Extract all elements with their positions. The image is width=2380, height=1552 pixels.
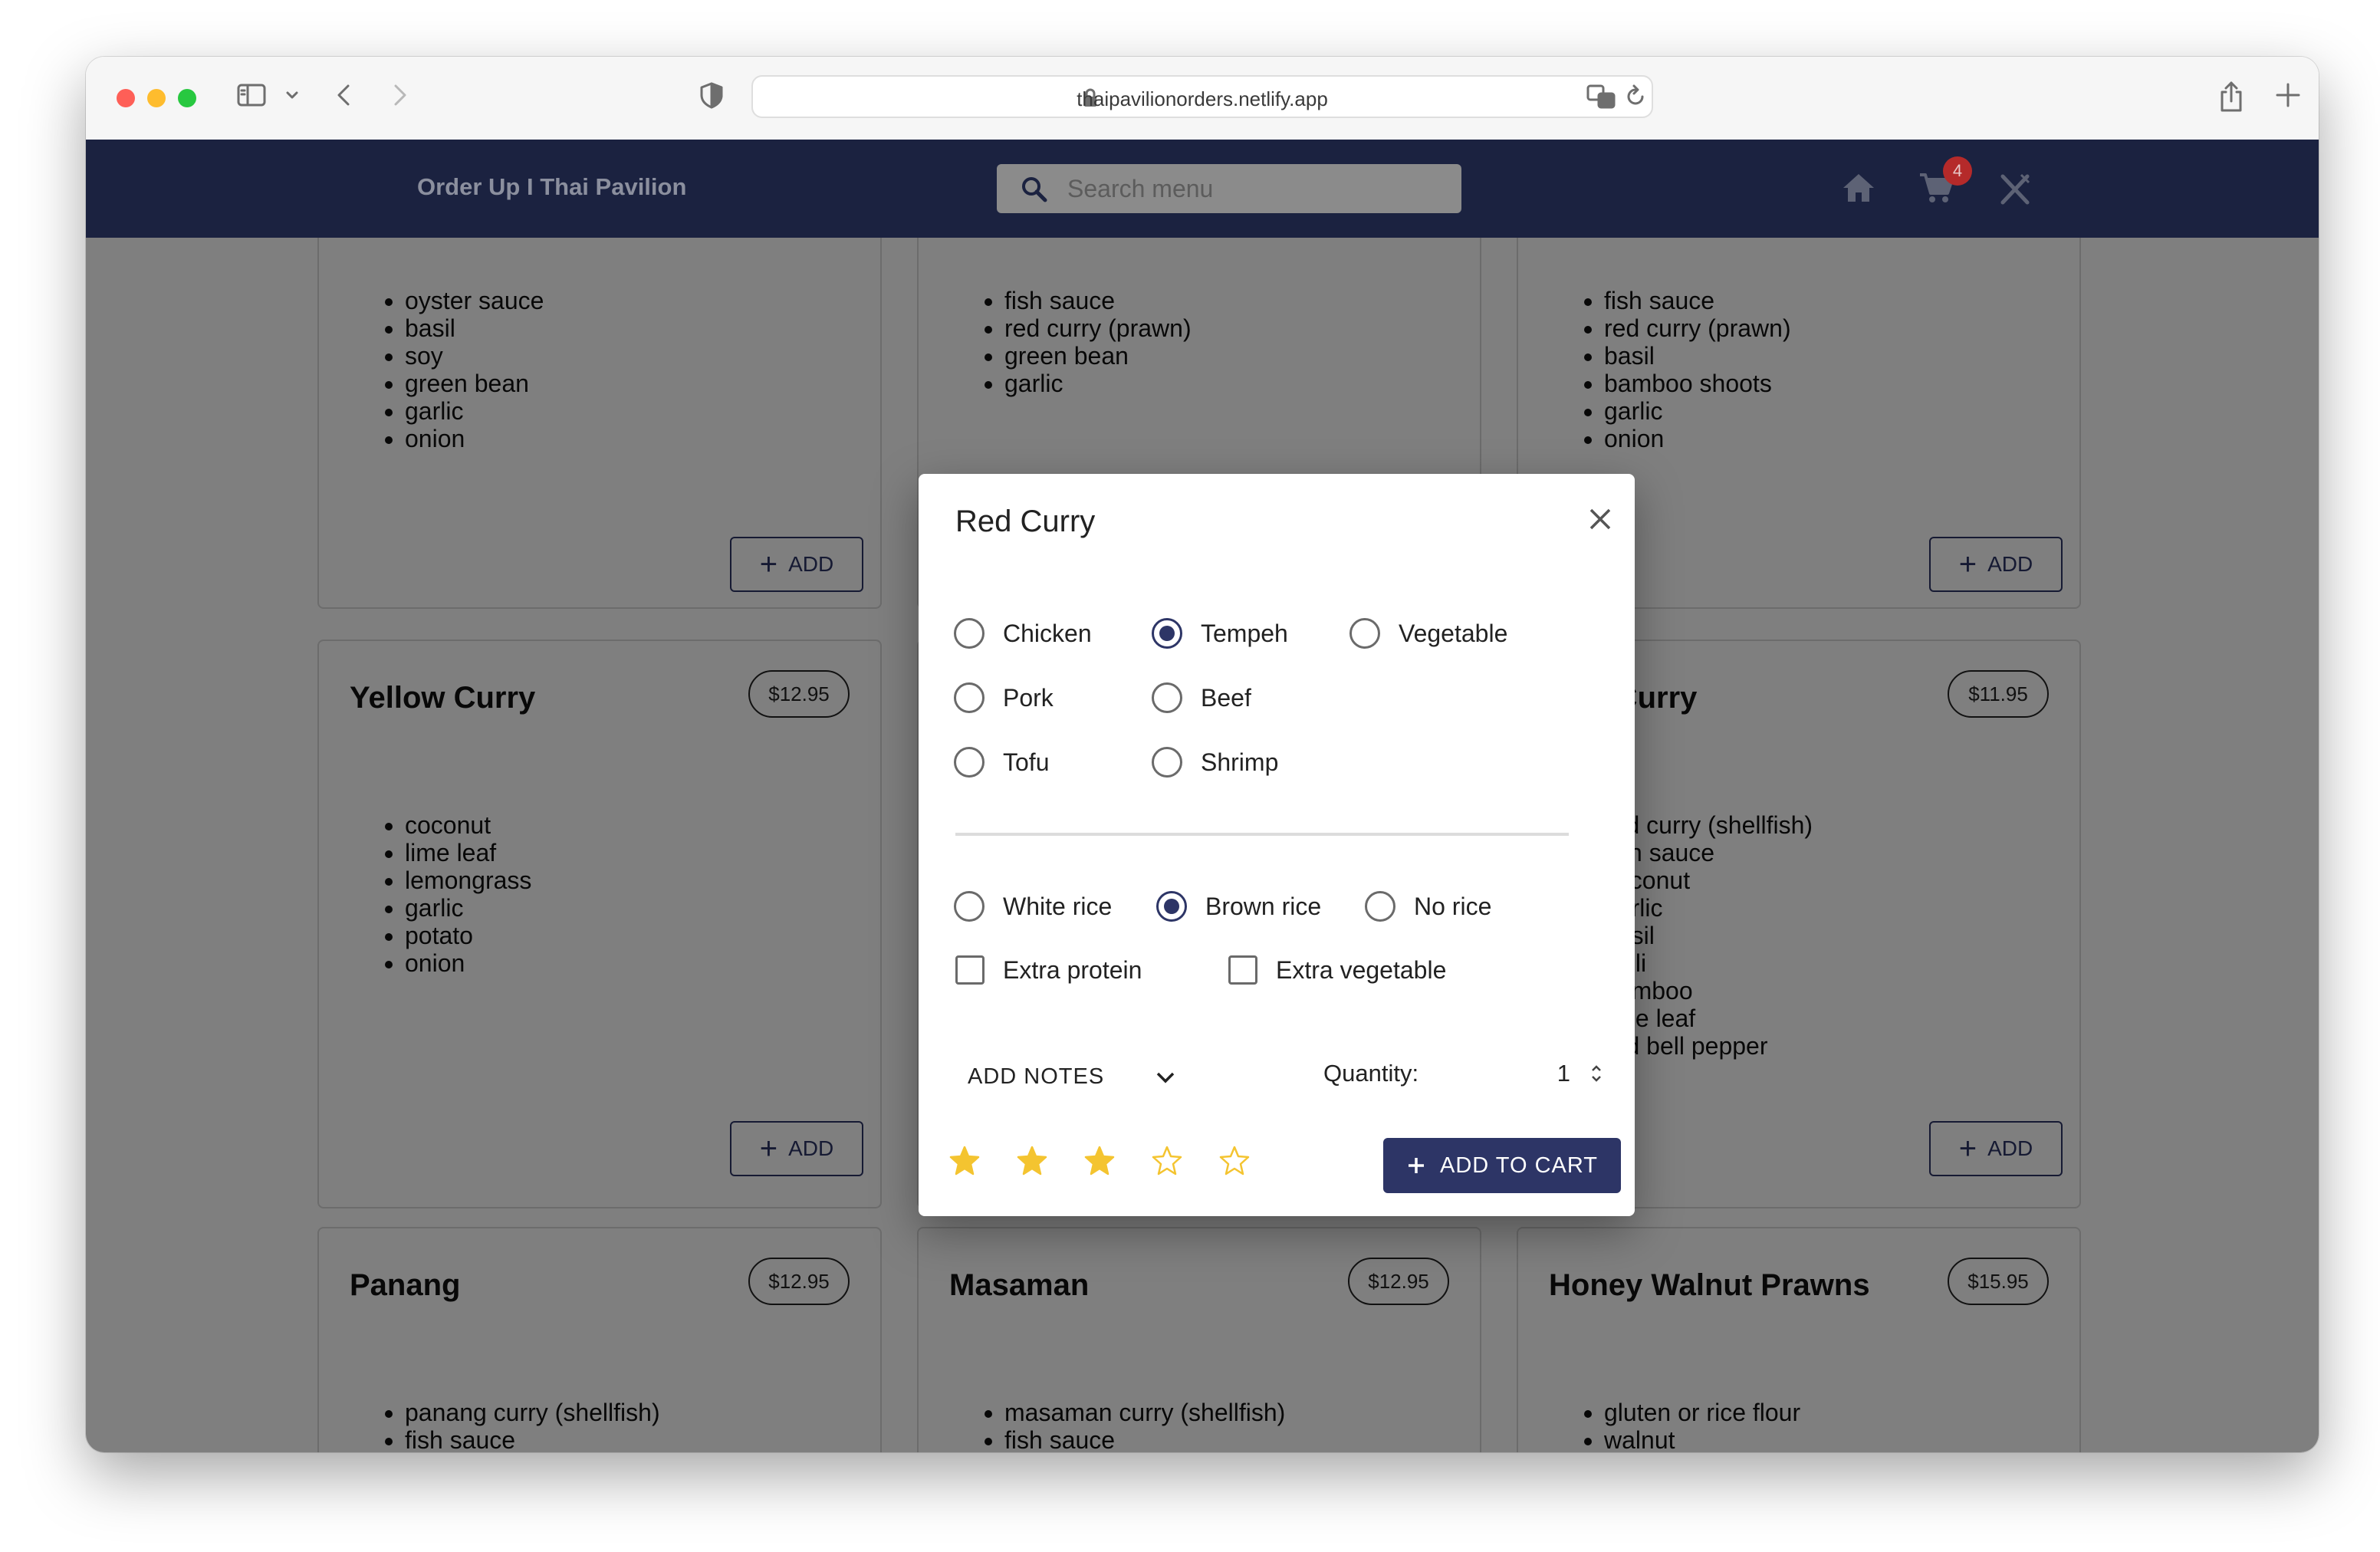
dialog-title: Red Curry: [955, 505, 1096, 538]
protein-option-vegetable[interactable]: Vegetable: [1349, 618, 1507, 649]
radio-button[interactable]: [954, 618, 985, 649]
search-bar[interactable]: [997, 164, 1461, 213]
star-empty-icon[interactable]: [1152, 1146, 1182, 1176]
address-bar[interactable]: thaipavilionorders.netlify.app: [751, 75, 1653, 118]
url-text: thaipavilionorders.netlify.app: [1077, 87, 1328, 110]
stepper-arrows-icon[interactable]: [1590, 1062, 1603, 1085]
radio-button[interactable]: [954, 747, 985, 778]
translate-icon[interactable]: [1586, 83, 1616, 110]
privacy-shield-icon[interactable]: [698, 80, 725, 110]
divider: [955, 833, 1569, 836]
quantity-stepper[interactable]: 1: [1518, 1055, 1603, 1092]
new-tab-icon[interactable]: [2274, 80, 2302, 110]
customize-dish-dialog: Red Curry Chicken Tempeh Vegetable Pork …: [919, 474, 1635, 1216]
app-header: Order Up I Thai Pavilion 4: [86, 140, 2319, 238]
add-notes-toggle[interactable]: ADD NOTES: [968, 1064, 1176, 1090]
close-window-button[interactable]: [117, 89, 135, 107]
back-icon[interactable]: [333, 80, 356, 110]
search-icon: [1022, 177, 1047, 202]
rice-option-white[interactable]: White rice: [954, 891, 1112, 922]
chevron-down-icon: [1156, 1072, 1175, 1083]
minimize-window-button[interactable]: [147, 89, 166, 107]
extra-protein-checkbox[interactable]: Extra protein: [955, 955, 1142, 985]
close-icon[interactable]: [1589, 508, 1612, 531]
zoom-window-button[interactable]: [178, 89, 196, 107]
forward-icon[interactable]: [388, 80, 411, 110]
home-icon[interactable]: [1842, 172, 1875, 204]
app-title[interactable]: Order Up I Thai Pavilion: [417, 173, 686, 201]
radio-button[interactable]: [1152, 747, 1182, 778]
protein-option-pork[interactable]: Pork: [954, 682, 1054, 713]
star-filled-icon[interactable]: [1084, 1146, 1115, 1176]
browser-toolbar: thaipavilionorders.netlify.app: [86, 57, 2319, 140]
protein-option-shrimp[interactable]: Shrimp: [1152, 747, 1278, 778]
checkbox[interactable]: [1228, 955, 1257, 985]
star-filled-icon[interactable]: [1017, 1146, 1047, 1176]
rating-stars[interactable]: [949, 1146, 1250, 1176]
protein-option-tofu[interactable]: Tofu: [954, 747, 1049, 778]
star-empty-icon[interactable]: [1219, 1146, 1250, 1176]
protein-option-chicken[interactable]: Chicken: [954, 618, 1092, 649]
extra-vegetable-checkbox[interactable]: Extra vegetable: [1228, 955, 1446, 985]
reload-icon[interactable]: [1624, 83, 1647, 110]
rice-option-none[interactable]: No rice: [1365, 891, 1491, 922]
radio-button-selected[interactable]: [1152, 618, 1182, 649]
rice-option-brown[interactable]: Brown rice: [1156, 891, 1321, 922]
radio-button[interactable]: [1365, 891, 1395, 922]
star-filled-icon[interactable]: [949, 1146, 980, 1176]
add-to-cart-button[interactable]: ADD TO CART: [1383, 1138, 1621, 1193]
orders-utensils-icon[interactable]: [1998, 172, 2032, 206]
protein-option-beef[interactable]: Beef: [1152, 682, 1251, 713]
sidebar-icon[interactable]: [236, 80, 267, 110]
quantity-value[interactable]: 1: [1557, 1060, 1570, 1087]
plus-icon: [1409, 1158, 1424, 1173]
radio-button-selected[interactable]: [1156, 891, 1187, 922]
radio-button[interactable]: [1152, 682, 1182, 713]
radio-button[interactable]: [954, 891, 985, 922]
radio-button[interactable]: [1349, 618, 1380, 649]
radio-button[interactable]: [954, 682, 985, 713]
orders-count-badge: 4: [1943, 156, 1972, 186]
quantity-label: Quantity:: [1323, 1060, 1419, 1087]
share-icon[interactable]: [2217, 80, 2245, 113]
protein-option-tempeh[interactable]: Tempeh: [1152, 618, 1288, 649]
checkbox[interactable]: [955, 955, 985, 985]
browser-window: thaipavilionorders.netlify.app Order Up …: [86, 57, 2319, 1452]
chevron-down-icon[interactable]: [284, 80, 301, 110]
search-input[interactable]: [1067, 164, 1443, 213]
